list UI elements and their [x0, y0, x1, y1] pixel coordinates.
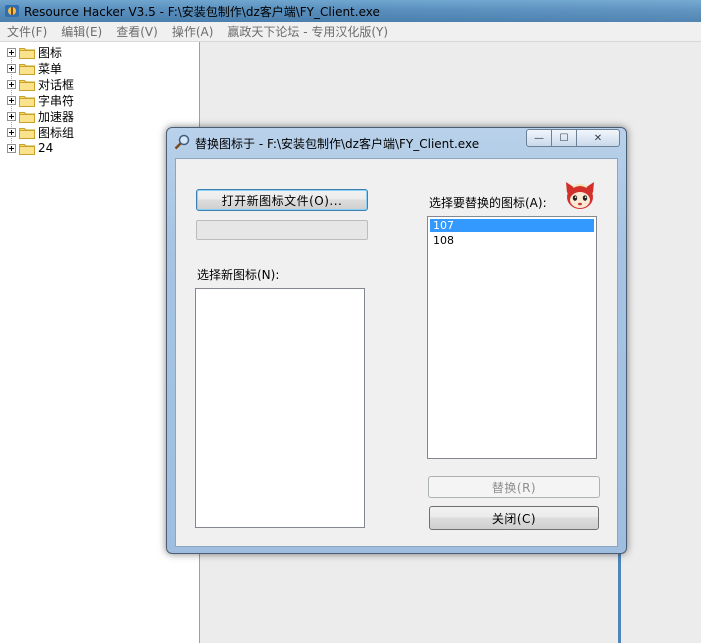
- expand-icon[interactable]: [7, 79, 16, 89]
- tree-item-dialog[interactable]: 对话框: [7, 76, 74, 92]
- tree-item-label: 对话框: [38, 77, 75, 92]
- window-title: Resource Hacker V3.5 - F:\安装包制作\dz客户端\FY…: [24, 4, 380, 19]
- expand-icon[interactable]: [7, 143, 16, 153]
- list-item[interactable]: 107: [430, 219, 594, 232]
- new-icon-list[interactable]: [195, 288, 365, 528]
- maximize-button[interactable]: ☐: [552, 129, 577, 147]
- tree-item-label: 图标组: [38, 125, 75, 140]
- folder-icon: [19, 47, 35, 59]
- menu-view[interactable]: 查看(V): [109, 23, 165, 40]
- progress-bar: [196, 220, 368, 240]
- menu-forum[interactable]: 赢政天下论坛 - 专用汉化版(Y): [220, 23, 395, 40]
- replace-icon-dialog: 替换图标于 - F:\安装包制作\dz客户端\FY_Client.exe — ☐…: [166, 127, 627, 554]
- tree-item-label: 菜单: [38, 61, 63, 76]
- tree-item-menu[interactable]: 菜单: [7, 60, 62, 76]
- list-item[interactable]: 108: [430, 234, 594, 247]
- folder-icon: [19, 79, 35, 91]
- tree-item-accelerator[interactable]: 加速器: [7, 108, 74, 124]
- main-titlebar[interactable]: Resource Hacker V3.5 - F:\安装包制作\dz客户端\FY…: [0, 0, 701, 22]
- close-button[interactable]: 关闭(C): [429, 506, 599, 530]
- dialog-titlebar[interactable]: 替换图标于 - F:\安装包制作\dz客户端\FY_Client.exe — ☐…: [167, 128, 626, 156]
- menu-action[interactable]: 操作(A): [165, 23, 221, 40]
- tree-item-icon[interactable]: 图标: [7, 44, 62, 60]
- select-replace-icon-label: 选择要替换的图标(A):: [429, 196, 547, 210]
- tree-item-string[interactable]: 字串符: [7, 92, 74, 108]
- folder-icon: [19, 111, 35, 123]
- dialog-client-area: 打开新图标文件(O)... 选择新图标(N): 选择要替换的图标(A): 107…: [175, 158, 618, 547]
- icon-preview-image: [566, 182, 594, 209]
- menu-edit[interactable]: 编辑(E): [54, 23, 109, 40]
- expand-icon[interactable]: [7, 47, 16, 57]
- menu-bar: 文件(F) 编辑(E) 查看(V) 操作(A) 赢政天下论坛 - 专用汉化版(Y…: [0, 22, 701, 42]
- select-new-icon-label: 选择新图标(N):: [197, 268, 280, 282]
- folder-icon: [19, 143, 35, 155]
- caption-buttons: — ☐ ✕: [526, 129, 620, 147]
- replace-icon-list[interactable]: 107 108: [427, 216, 597, 459]
- tree-item-label: 24: [38, 141, 54, 155]
- dialog-title: 替换图标于 - F:\安装包制作\dz客户端\FY_Client.exe: [195, 137, 480, 151]
- menu-file[interactable]: 文件(F): [0, 23, 54, 40]
- folder-icon: [19, 127, 35, 139]
- folder-icon: [19, 95, 35, 107]
- title-bar-background: [371, 0, 701, 22]
- minimize-button[interactable]: —: [526, 129, 552, 147]
- replace-button[interactable]: 替换(R): [428, 476, 600, 498]
- resource-hacker-icon: [5, 5, 19, 17]
- open-new-icon-file-button[interactable]: 打开新图标文件(O)...: [196, 189, 368, 211]
- folder-icon: [19, 63, 35, 75]
- tree-item-label: 图标: [38, 45, 63, 60]
- tree-item-24[interactable]: 24: [7, 140, 53, 156]
- expand-icon[interactable]: [7, 95, 16, 105]
- expand-icon[interactable]: [7, 127, 16, 137]
- magnifier-icon: [174, 134, 190, 150]
- expand-icon[interactable]: [7, 63, 16, 73]
- expand-icon[interactable]: [7, 111, 16, 121]
- close-window-button[interactable]: ✕: [577, 129, 620, 147]
- tree-item-label: 字串符: [38, 93, 75, 108]
- tree-item-icon-group[interactable]: 图标组: [7, 124, 74, 140]
- tree-item-label: 加速器: [38, 109, 75, 124]
